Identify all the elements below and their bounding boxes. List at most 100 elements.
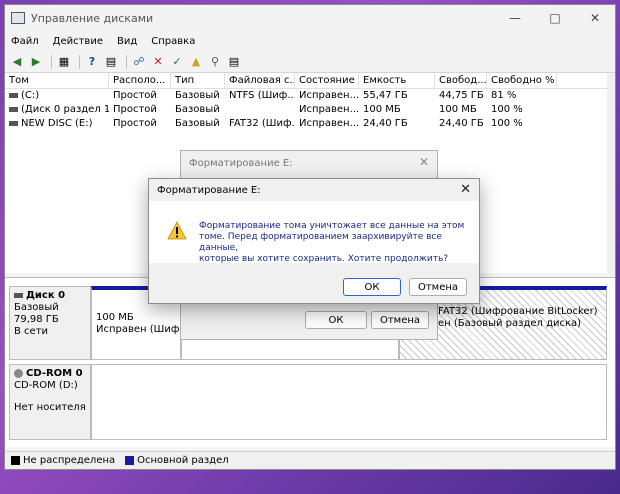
partition-e-filesystem: FAT32 (Шифрование BitLocker): [438, 306, 598, 317]
cell-layout: Простой: [113, 104, 157, 115]
back-dialog-close-icon[interactable]: ✕: [419, 155, 429, 169]
cell-capacity: 55,47 ГБ: [363, 90, 408, 101]
vertical-scrollbar[interactable]: [607, 73, 615, 273]
cdrom-type: CD-ROM (D:): [14, 380, 78, 391]
properties-icon[interactable]: ▤: [103, 54, 119, 70]
cdrom-status: Нет носителя: [14, 402, 86, 413]
minimize-button[interactable]: —: [495, 5, 535, 31]
cell-free-percent: 81 %: [491, 90, 517, 101]
volume-icon: [9, 120, 18, 126]
menu-action[interactable]: Действие: [53, 36, 103, 47]
table-row[interactable]: NEW DISC (E:) Простой Базовый FAT32 (Шиф…: [5, 117, 615, 131]
format-confirm-dialog: Форматирование E: ✕ Форматирование тома …: [148, 178, 480, 304]
search-icon[interactable]: ⚲: [207, 54, 223, 70]
cell-filesystem: [225, 103, 295, 117]
cell-layout: Простой: [113, 90, 157, 101]
cell-free-space: 44,75 ГБ: [439, 90, 484, 101]
column-volume[interactable]: Том: [5, 73, 109, 88]
dialog-message: Форматирование тома уничтожает все данны…: [199, 221, 469, 265]
dialog-title: Форматирование E:: [149, 179, 479, 201]
column-status[interactable]: Состояние: [295, 73, 359, 88]
column-free-space[interactable]: Свобод...: [435, 73, 487, 88]
cdrom-row: CD-ROM 0 CD-ROM (D:) Нет носителя: [9, 364, 607, 440]
window-title: Управление дисками: [31, 11, 154, 25]
partition-status: Исправен (Шифр: [96, 324, 181, 335]
toolbar-separator: [126, 54, 127, 69]
disk-management-icon: [11, 12, 25, 24]
legend-primary: Основной раздел: [137, 455, 229, 466]
dialog-body: Форматирование тома уничтожает все данны…: [149, 201, 479, 265]
ok-button[interactable]: ОК: [343, 278, 401, 296]
cell-status: Исправен...: [299, 90, 359, 101]
column-layout[interactable]: Располо...: [109, 73, 171, 88]
maximize-button[interactable]: □: [535, 5, 575, 31]
close-button[interactable]: ✕: [575, 5, 615, 31]
cdrom-label[interactable]: CD-ROM 0 CD-ROM (D:) Нет носителя: [9, 364, 91, 440]
toolbar-separator: [79, 54, 80, 69]
cell-filesystem: FAT32 (Шиф...: [229, 118, 295, 129]
volume-list-header: Том Располо... Тип Файловая с... Состоян…: [5, 73, 615, 89]
back-icon[interactable]: ◀: [9, 54, 25, 70]
dialog-message-line2: томе. Перед форматированием заархивируйт…: [199, 232, 442, 253]
disk-0-size: 79,98 ГБ: [14, 314, 59, 325]
unallocated-swatch: [11, 456, 20, 465]
dialog-close-icon[interactable]: ✕: [460, 182, 471, 197]
dialog-message-line1: Форматирование тома уничтожает все данны…: [199, 221, 465, 231]
table-row[interactable]: (Диск 0 раздел 1) Простой Базовый Исправ…: [5, 103, 615, 117]
folder-up-icon[interactable]: ▲: [188, 54, 204, 70]
toolbar-separator: [51, 54, 52, 69]
back-dialog-title: Форматирование E:: [189, 157, 293, 169]
cell-volume: (Диск 0 раздел 1): [21, 104, 109, 115]
cancel-button[interactable]: Отмена: [409, 278, 467, 296]
cell-status: Исправен...: [299, 104, 359, 115]
disk-0-type: Базовый: [14, 302, 59, 313]
menu-bar: Файл Действие Вид Справка: [5, 31, 615, 51]
cell-free-space: 100 МБ: [439, 104, 477, 115]
cell-free-percent: 100 %: [491, 118, 523, 129]
check-icon[interactable]: ✓: [169, 54, 185, 70]
volume-icon: [9, 92, 18, 98]
cdrom-icon: [14, 368, 23, 378]
table-row[interactable]: (C:) Простой Базовый NTFS (Шиф... Исправ…: [5, 89, 615, 103]
partition-e-status: ен (Базовый раздел диска): [438, 318, 582, 329]
disk-0-name: Диск 0: [26, 290, 66, 301]
cell-free-space: 24,40 ГБ: [439, 118, 484, 129]
volume-icon: [9, 106, 18, 112]
menu-view[interactable]: Вид: [117, 36, 137, 47]
column-filesystem[interactable]: Файловая с...: [225, 73, 295, 88]
primary-swatch: [125, 456, 135, 465]
view-icon[interactable]: ▤: [226, 54, 242, 70]
title-bar: Управление дисками — □ ✕: [5, 5, 615, 31]
dialog-footer: ОК Отмена: [149, 263, 479, 303]
cell-type: Базовый: [175, 104, 220, 115]
warning-icon: [167, 221, 187, 240]
legend-unallocated: Не распределена: [23, 455, 116, 466]
cdrom-name: CD-ROM 0: [26, 368, 83, 379]
cell-capacity: 100 МБ: [363, 104, 401, 115]
connect-icon[interactable]: ☍: [131, 54, 147, 70]
disk-0-label[interactable]: Диск 0 Базовый 79,98 ГБ В сети: [9, 286, 91, 360]
forward-icon[interactable]: ▶: [28, 54, 44, 70]
menu-help[interactable]: Справка: [151, 36, 195, 47]
cdrom-empty-area: [91, 364, 607, 440]
partition-size: 100 МБ: [96, 312, 134, 323]
cell-layout: Простой: [113, 118, 157, 129]
help-icon[interactable]: ?: [84, 54, 100, 70]
back-cancel-button[interactable]: Отмена: [371, 311, 429, 329]
legend: Не распределена Основной раздел: [5, 451, 615, 469]
delete-icon[interactable]: ✕: [150, 54, 166, 70]
column-free-percent[interactable]: Свободно %: [487, 73, 557, 88]
menu-file[interactable]: Файл: [11, 36, 39, 47]
cell-volume: NEW DISC (E:): [21, 118, 93, 129]
column-capacity[interactable]: Емкость: [359, 73, 435, 88]
back-ok-button[interactable]: ОК: [305, 311, 367, 329]
disk-icon: [14, 292, 23, 298]
cell-volume: (C:): [21, 90, 40, 101]
cell-free-percent: 100 %: [491, 104, 523, 115]
column-type[interactable]: Тип: [171, 73, 225, 88]
cell-status: Исправен...: [299, 118, 359, 129]
console-tree-icon[interactable]: ▦: [56, 54, 72, 70]
cell-type: Базовый: [175, 118, 220, 129]
disk-0-status: В сети: [14, 326, 49, 337]
cell-capacity: 24,40 ГБ: [363, 118, 408, 129]
